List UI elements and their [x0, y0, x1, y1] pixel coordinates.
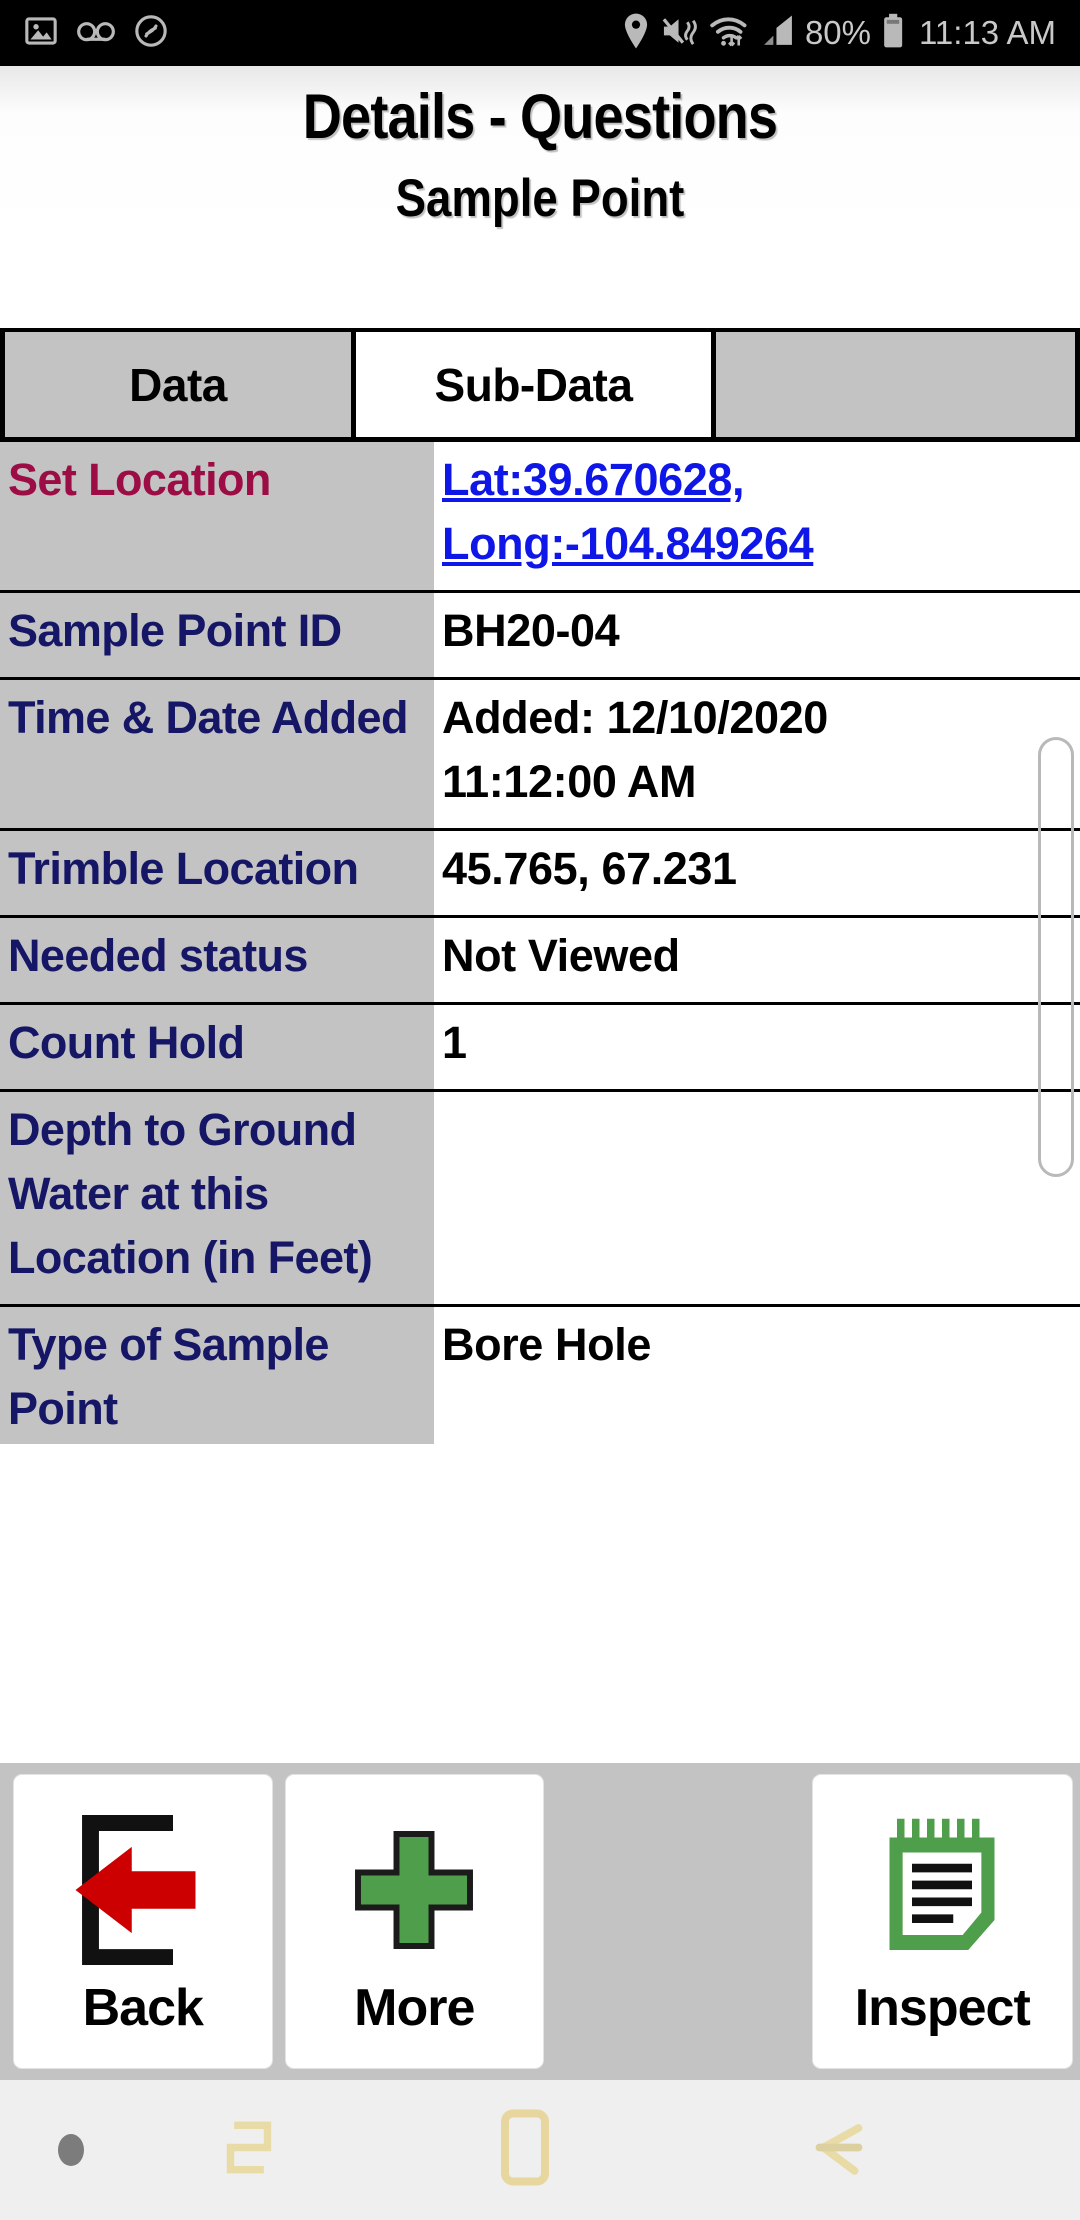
- signal-bars-icon: [761, 14, 795, 53]
- bottom-action-bar: Back More Inspect: [0, 1763, 1080, 2080]
- inspect-button-label: Inspect: [854, 1978, 1031, 2037]
- plus-icon: [344, 1806, 484, 1974]
- battery-percent-label: 80%: [804, 14, 872, 51]
- table-row[interactable]: Needed status Not Viewed: [0, 916, 1080, 1005]
- back-arrow-icon: [48, 1806, 238, 1974]
- details-table: Set Location Lat:39.670628, Long:-104.84…: [0, 442, 1080, 1444]
- action-bar-empty-slot: [557, 1775, 813, 2068]
- table-row[interactable]: Type of Sample Point Bore Hole: [0, 1305, 1080, 1444]
- tab-data[interactable]: Data: [0, 332, 356, 442]
- table-row[interactable]: Time & Date Added Added: 12/10/2020 11:1…: [0, 678, 1080, 831]
- back-button-label: Back: [82, 1978, 204, 2037]
- row-value[interactable]: Bore Hole: [434, 1305, 1080, 1444]
- row-label: Trimble Location: [0, 829, 434, 918]
- row-value[interactable]: BH20-04: [434, 591, 1080, 680]
- phone-screen: 80% 11:13 AM Details - Questions Sample …: [0, 0, 1080, 2220]
- row-label: Type of Sample Point: [0, 1305, 434, 1444]
- back-icon[interactable]: [800, 2109, 878, 2192]
- row-value-line: 11:12:00 AM: [442, 756, 697, 807]
- row-value[interactable]: Not Viewed: [434, 916, 1080, 1005]
- voicemail-icon: [76, 14, 116, 53]
- row-value[interactable]: [434, 1090, 1080, 1307]
- back-button[interactable]: Back: [14, 1775, 272, 2068]
- more-button-label: More: [354, 1978, 475, 2037]
- tab-data-label: Data: [129, 358, 227, 411]
- inspect-button[interactable]: Inspect: [812, 1775, 1072, 2068]
- row-label: Depth to Ground Water at this Location (…: [0, 1090, 434, 1307]
- status-bar-left-icons: [24, 14, 168, 53]
- android-nav-bar: [0, 2080, 1080, 2220]
- more-button[interactable]: More: [285, 1775, 543, 2068]
- table-row[interactable]: Trimble Location 45.765, 67.231: [0, 829, 1080, 918]
- recents-icon[interactable]: [212, 2111, 286, 2190]
- row-value[interactable]: 1: [434, 1003, 1080, 1092]
- row-label: Needed status: [0, 916, 434, 1005]
- location-link-lat[interactable]: Lat:39.670628,: [442, 448, 1072, 512]
- table-row[interactable]: Count Hold 1: [0, 1003, 1080, 1092]
- details-table-container[interactable]: Set Location Lat:39.670628, Long:-104.84…: [0, 442, 1080, 1444]
- row-label: Sample Point ID: [0, 591, 434, 680]
- battery-icon: [881, 13, 905, 54]
- row-value[interactable]: Added: 12/10/2020 11:12:00 AM: [434, 678, 1080, 831]
- status-bar-right-icons: 80% 11:13 AM: [621, 12, 1056, 55]
- tab-sub-data-label: Sub-Data: [434, 358, 633, 411]
- tab-strip: Data Sub-Data: [0, 328, 1080, 442]
- nav-indicator-dot: [58, 2134, 84, 2166]
- row-label: Set Location: [0, 442, 434, 593]
- location-pin-icon: [621, 12, 651, 55]
- row-value[interactable]: 45.765, 67.231: [434, 829, 1080, 918]
- shazam-icon: [134, 14, 168, 53]
- table-row[interactable]: Set Location Lat:39.670628, Long:-104.84…: [0, 442, 1080, 593]
- clock-label: 11:13 AM: [919, 14, 1056, 51]
- wifi-icon: [709, 13, 751, 54]
- home-icon[interactable]: [490, 2104, 560, 2197]
- row-value[interactable]: Lat:39.670628, Long:-104.849264: [434, 442, 1080, 593]
- image-icon: [24, 14, 58, 53]
- status-bar: 80% 11:13 AM: [0, 0, 1080, 66]
- table-row[interactable]: Depth to Ground Water at this Location (…: [0, 1090, 1080, 1307]
- tab-strip-filler: [716, 332, 1080, 442]
- location-link-long[interactable]: Long:-104.849264: [442, 512, 1072, 576]
- page-header: Details - Questions Sample Point: [0, 66, 1080, 236]
- row-label: Count Hold: [0, 1003, 434, 1092]
- row-value-line: Added: 12/10/2020: [442, 692, 828, 743]
- row-label: Time & Date Added: [0, 678, 434, 831]
- vibrate-mute-icon: [661, 14, 699, 53]
- tab-sub-data[interactable]: Sub-Data: [356, 332, 716, 442]
- page-title: Details - Questions: [302, 82, 778, 152]
- table-row[interactable]: Sample Point ID BH20-04: [0, 591, 1080, 680]
- header-spacer: [0, 236, 1080, 328]
- notepad-icon: [874, 1806, 1010, 1974]
- page-subtitle: Sample Point: [395, 169, 685, 228]
